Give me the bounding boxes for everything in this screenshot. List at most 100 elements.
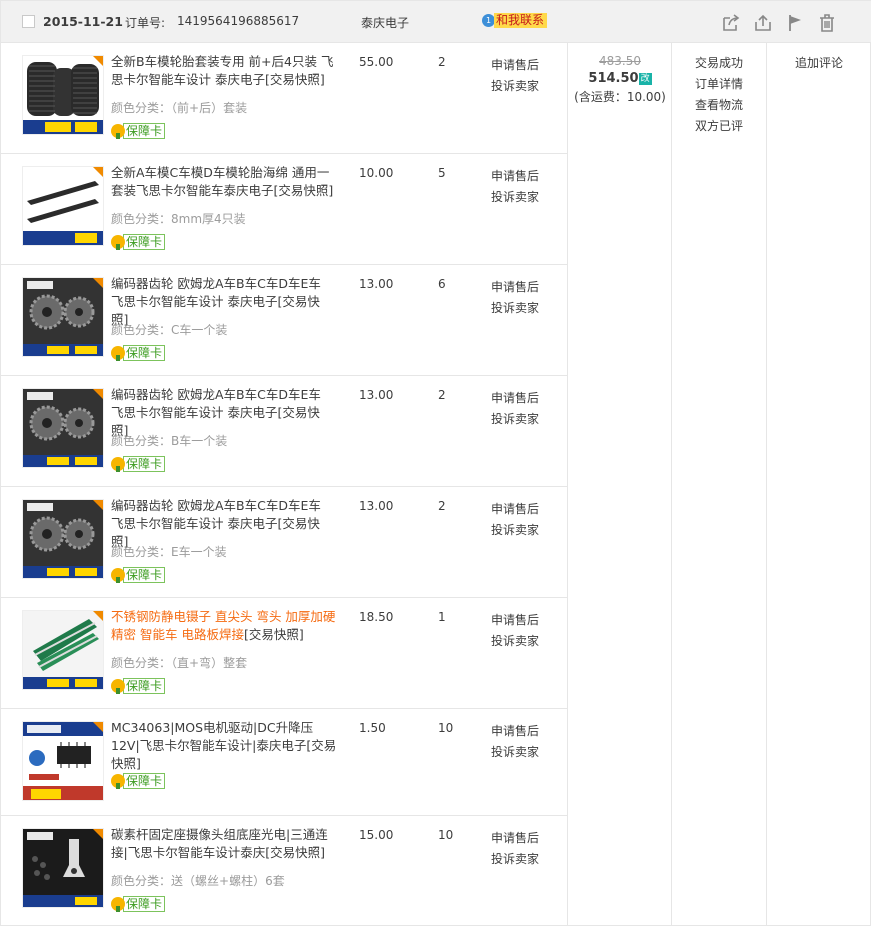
item-sku: 颜色分类：8mm厚4只装: [111, 210, 246, 227]
complain-seller-link[interactable]: 投诉卖家: [491, 631, 539, 652]
apply-after-sale-link[interactable]: 申请售后: [491, 721, 539, 742]
item-operations: 申请售后 投诉卖家: [491, 166, 539, 208]
item-title-link[interactable]: 全新B车模轮胎套装专用 前+后4只装 飞思卡尔智能车设计 泰庆电子[交易快照]: [111, 53, 337, 89]
flag-icon[interactable]: [785, 13, 805, 33]
item-sku: 颜色分类：E车一个装: [111, 543, 227, 560]
item-thumbnail[interactable]: [22, 610, 104, 690]
order-item-row: 编码器齿轮 欧姆龙A车B车C车D车E车 飞思卡尔智能车设计 泰庆电子[交易快照]…: [1, 265, 567, 376]
upload-icon[interactable]: [753, 13, 773, 33]
snapshot-link[interactable]: [交易快照]: [244, 627, 304, 642]
item-thumbnail[interactable]: [22, 721, 104, 801]
item-title-link[interactable]: 全新A车模C车模D车模轮胎海绵 通用一套装飞思卡尔智能车泰庆电子[交易快照]: [111, 164, 337, 200]
item-sku: 颜色分类：（直+弯）整套: [111, 654, 247, 671]
item-quantity: 10: [438, 721, 454, 735]
sku-value: （前+后）套装: [171, 101, 248, 115]
order-number-label: 订单号:: [125, 16, 166, 30]
contact-seller-button[interactable]: 1 和我联系: [482, 13, 548, 28]
item-thumbnail[interactable]: [22, 166, 104, 246]
apply-after-sale-link[interactable]: 申请售后: [491, 55, 539, 76]
complain-seller-link[interactable]: 投诉卖家: [491, 76, 539, 97]
price-modified-tag: 改: [638, 73, 652, 85]
item-operations: 申请售后 投诉卖家: [491, 610, 539, 652]
apply-after-sale-link[interactable]: 申请售后: [491, 277, 539, 298]
shipping-fee: (含运费：10.00): [574, 90, 666, 104]
guarantee-icon: [111, 346, 125, 361]
column-divider: [567, 43, 568, 926]
order-card: 2015-11-21 订单号: 1419564196885617 泰庆电子 1 …: [0, 0, 871, 926]
item-thumbnail[interactable]: [22, 277, 104, 357]
item-price: 13.00: [359, 499, 394, 513]
sku-label: 颜色分类：: [111, 874, 172, 888]
sku-label: 颜色分类：: [111, 656, 172, 670]
complain-seller-link[interactable]: 投诉卖家: [491, 849, 539, 870]
item-price: 15.00: [359, 828, 394, 842]
order-item-row: 全新B车模轮胎套装专用 前+后4只装 飞思卡尔智能车设计 泰庆电子[交易快照] 颜…: [1, 43, 567, 154]
guarantee-icon: [111, 568, 125, 583]
guarantee-label: 保障卡: [123, 567, 166, 583]
order-checkbox[interactable]: [22, 15, 35, 28]
guarantee-card-badge[interactable]: 保障卡: [111, 567, 166, 583]
order-header: 2015-11-21 订单号: 1419564196885617 泰庆电子 1 …: [1, 0, 871, 43]
share-icon[interactable]: [721, 13, 741, 33]
item-quantity: 10: [438, 828, 454, 842]
item-operations: 申请售后 投诉卖家: [491, 828, 539, 870]
column-divider: [671, 43, 672, 926]
guarantee-label: 保障卡: [123, 234, 166, 250]
order-item-row: 编码器齿轮 欧姆龙A车B车C车D车E车 飞思卡尔智能车设计 泰庆电子[交易快照]…: [1, 376, 567, 487]
column-divider: [766, 43, 767, 926]
item-operations: 申请售后 投诉卖家: [491, 388, 539, 430]
guarantee-label: 保障卡: [123, 773, 166, 789]
sku-value: （直+弯）整套: [171, 656, 248, 670]
guarantee-card-badge[interactable]: 保障卡: [111, 896, 166, 912]
shop-name-link[interactable]: 泰庆电子: [361, 14, 409, 31]
guarantee-card-badge[interactable]: 保障卡: [111, 123, 166, 139]
item-title-link[interactable]: 碳素杆固定座摄像头组底座光电|三通连接|飞思卡尔智能车设计泰庆[交易快照]: [111, 826, 337, 862]
complain-seller-link[interactable]: 投诉卖家: [491, 520, 539, 541]
order-detail-link[interactable]: 订单详情: [673, 74, 765, 95]
item-price: 13.00: [359, 277, 394, 291]
guarantee-card-badge[interactable]: 保障卡: [111, 773, 166, 789]
order-item-row: 不锈钢防静电镊子 直尖头 弯头 加厚加硬精密 智能车 电路板焊接[交易快照] 颜色…: [1, 598, 567, 709]
item-title-link[interactable]: 不锈钢防静电镊子 直尖头 弯头 加厚加硬精密 智能车 电路板焊接[交易快照]: [111, 608, 337, 644]
item-sku: 颜色分类：（前+后）套装: [111, 99, 247, 116]
order-item-row: 全新A车模C车模D车模轮胎海绵 通用一套装飞思卡尔智能车泰庆电子[交易快照] 颜色…: [1, 154, 567, 265]
apply-after-sale-link[interactable]: 申请售后: [491, 388, 539, 409]
item-thumbnail[interactable]: [22, 828, 104, 908]
guarantee-icon: [111, 457, 125, 472]
view-logistics-link[interactable]: 查看物流: [673, 95, 765, 116]
add-review-link[interactable]: 追加评论: [767, 53, 871, 74]
complain-seller-link[interactable]: 投诉卖家: [491, 187, 539, 208]
sku-label: 颜色分类：: [111, 212, 172, 226]
item-thumbnail[interactable]: [22, 388, 104, 468]
item-sku: 颜色分类：送（螺丝+螺柱）6套: [111, 872, 285, 889]
guarantee-icon: [111, 897, 125, 912]
apply-after-sale-link[interactable]: 申请售后: [491, 166, 539, 187]
guarantee-card-badge[interactable]: 保障卡: [111, 345, 166, 361]
guarantee-card-badge[interactable]: 保障卡: [111, 678, 166, 694]
apply-after-sale-link[interactable]: 申请售后: [491, 828, 539, 849]
complain-seller-link[interactable]: 投诉卖家: [491, 298, 539, 319]
apply-after-sale-link[interactable]: 申请售后: [491, 499, 539, 520]
item-quantity: 2: [438, 388, 446, 402]
sku-label: 颜色分类：: [111, 434, 172, 448]
apply-after-sale-link[interactable]: 申请售后: [491, 610, 539, 631]
sku-label: 颜色分类：: [111, 545, 172, 559]
sku-value: B车一个装: [171, 434, 228, 448]
order-item-row: 碳素杆固定座摄像头组底座光电|三通连接|飞思卡尔智能车设计泰庆[交易快照] 颜色分…: [1, 816, 567, 926]
guarantee-icon: [111, 774, 125, 789]
sku-value: C车一个装: [171, 323, 228, 337]
rated-status: 双方已评: [694, 119, 743, 133]
trash-icon[interactable]: [817, 13, 837, 33]
item-sku: 颜色分类：B车一个装: [111, 432, 227, 449]
item-title-link[interactable]: MC34063|MOS电机驱动|DC升降压12V|飞思卡尔智能车设计|泰庆电子[…: [111, 719, 337, 773]
order-item-row: 编码器齿轮 欧姆龙A车B车C车D车E车 飞思卡尔智能车设计 泰庆电子[交易快照]…: [1, 487, 567, 598]
status-text: 交易成功: [694, 56, 743, 70]
guarantee-card-badge[interactable]: 保障卡: [111, 456, 166, 472]
order-item-row: MC34063|MOS电机驱动|DC升降压12V|飞思卡尔智能车设计|泰庆电子[…: [1, 709, 567, 816]
complain-seller-link[interactable]: 投诉卖家: [491, 742, 539, 763]
complain-seller-link[interactable]: 投诉卖家: [491, 409, 539, 430]
item-thumbnail[interactable]: [22, 499, 104, 579]
item-thumbnail[interactable]: [22, 55, 104, 135]
guarantee-card-badge[interactable]: 保障卡: [111, 234, 166, 250]
item-quantity: 2: [438, 499, 446, 513]
